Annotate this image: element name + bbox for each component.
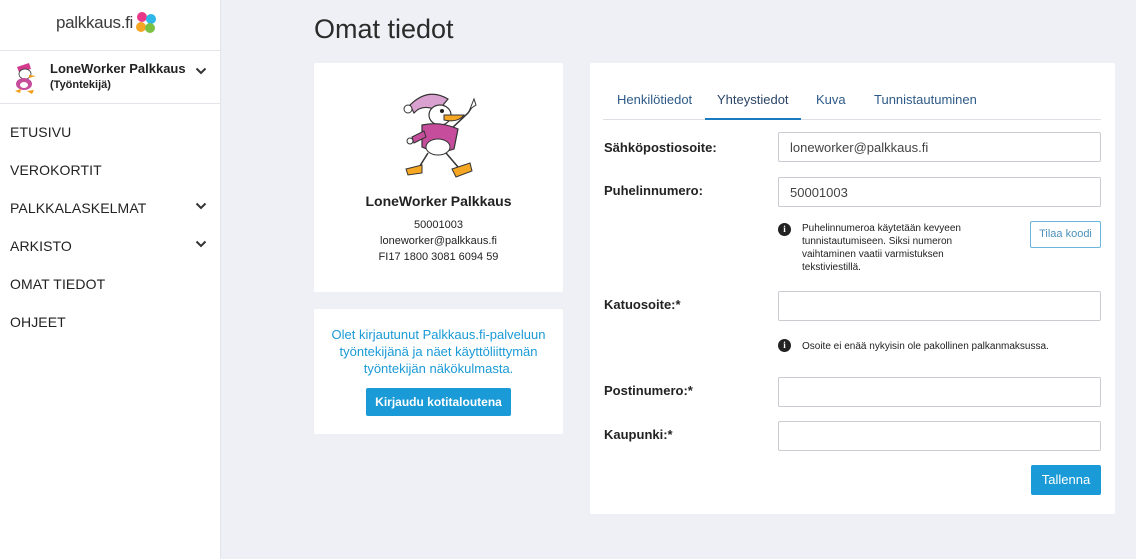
tab-picture[interactable]: Kuva [804,92,858,120]
street-hint: i Osoite ei enää nykyisin ole pakollinen… [778,338,1101,354]
street-address-field[interactable] [778,291,1101,321]
profile-email: loneworker@palkkaus.fi [380,235,497,247]
sidebar-item-label: ETUSIVU [10,124,72,140]
profile-name: LoneWorker Palkkaus [365,193,512,209]
tab-contact-info[interactable]: Yhteystiedot [705,92,801,120]
phone-hint: i Puhelinnumeroa käytetään kevyeen tunni… [778,222,1018,278]
sidebar: palkkaus.fi LoneWorker Palkkaus (Työntek… [0,0,221,559]
login-as-household-button[interactable]: Kirjaudu kotitaloutena [366,388,511,416]
street-label: Katuosoite:* [604,297,681,312]
city-field[interactable] [778,421,1101,451]
postal-code-label: Postinumero:* [604,383,693,398]
user-avatar [15,63,36,94]
phone-hint-text: Puhelinnumeroa käytetään kevyeen tunnist… [802,223,961,273]
sidebar-item-omat-tiedot[interactable]: OMAT TIEDOT [0,264,221,302]
sidebar-item-etusivu[interactable]: ETUSIVU [0,112,221,150]
tab-personal-info[interactable]: Henkilötiedot [605,92,704,120]
page-title: Omat tiedot [314,14,454,44]
chevron-down-icon[interactable] [195,66,207,76]
chevron-down-icon[interactable] [195,201,207,211]
info-icon: i [778,223,791,236]
role-info-text: Olet kirjautunut Palkkaus.fi-palveluun t… [331,327,546,376]
order-code-button[interactable]: Tilaa koodi [1030,221,1101,248]
sidebar-item-arkisto[interactable]: ARKISTO [0,226,221,264]
sidebar-item-label: VEROKORTIT [10,162,102,178]
postal-code-field[interactable] [778,377,1101,407]
brand-logo[interactable]: palkkaus.fi [56,10,159,36]
sidebar-item-verokortit[interactable]: VEROKORTIT [0,150,221,188]
logo-text: palkkaus.fi [56,13,134,32]
profile-phone: 50001003 [414,219,463,231]
sidebar-item-label: OHJEET [10,314,66,330]
sidebar-item-label: OMAT TIEDOT [10,276,106,292]
info-icon: i [778,339,791,352]
contact-form-card: Henkilötiedot Yhteystiedot Kuva Tunnista… [590,63,1115,514]
city-label: Kaupunki:* [604,427,673,442]
chevron-down-icon[interactable] [195,239,207,249]
email-field[interactable] [778,132,1101,162]
street-hint-text: Osoite ei enää nykyisin ole pakollinen p… [802,341,1049,352]
user-role: (Työntekijä) [50,79,111,91]
phone-label: Puhelinnumero: [604,183,703,198]
email-label: Sähköpostiosoite: [604,140,717,155]
profile-card: LoneWorker Palkkaus 50001003 loneworker@… [314,63,563,292]
profile-iban: FI17 1800 3081 6094 59 [378,251,499,263]
role-info-card: Olet kirjautunut Palkkaus.fi-palveluun t… [314,309,563,434]
sidebar-item-ohjeet[interactable]: OHJEET [0,302,221,340]
tab-authentication[interactable]: Tunnistautuminen [862,92,989,120]
save-button[interactable]: Tallenna [1031,465,1101,495]
sidebar-item-label: ARKISTO [10,238,72,254]
user-switcher[interactable]: LoneWorker Palkkaus (Työntekijä) [0,50,221,104]
profile-picture [403,93,477,178]
logo-dots-icon [135,11,159,35]
sidebar-item-palkkalaskelmat[interactable]: PALKKALASKELMAT [0,188,221,226]
phone-field[interactable] [778,177,1101,207]
tab-bar: Henkilötiedot Yhteystiedot Kuva Tunnista… [603,89,1101,120]
user-name: LoneWorker Palkkaus [50,61,186,76]
sidebar-item-label: PALKKALASKELMAT [10,200,147,216]
